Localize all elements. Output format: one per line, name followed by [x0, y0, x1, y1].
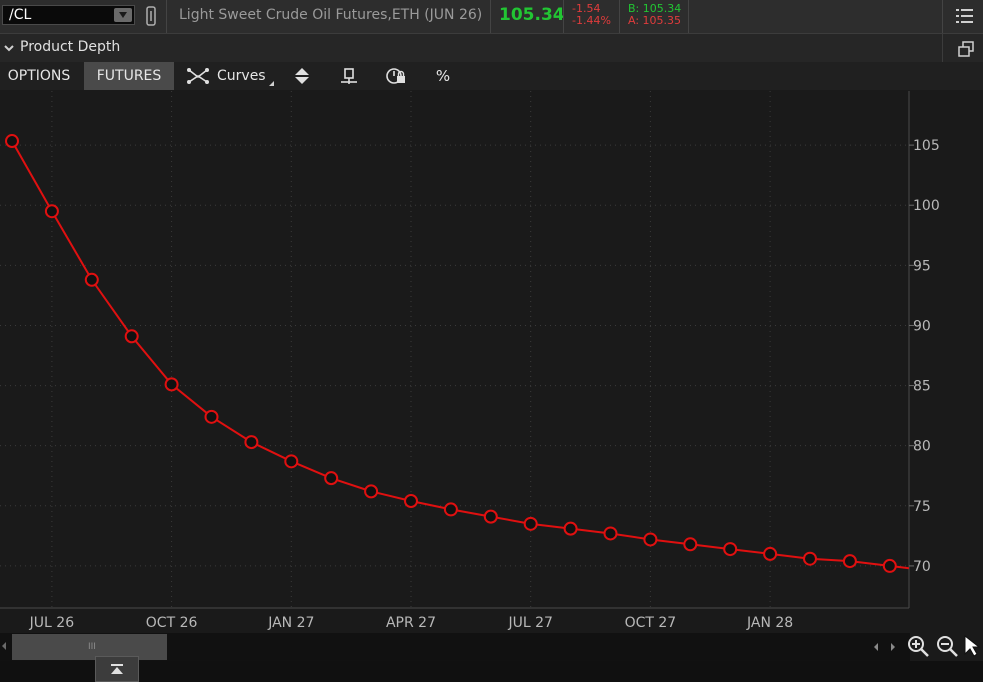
section-title: Product Depth	[20, 39, 121, 55]
data-point[interactable]	[324, 471, 339, 486]
divider	[942, 0, 943, 33]
y-tick-label: 70	[913, 559, 931, 575]
data-point[interactable]	[364, 484, 379, 499]
divider	[619, 0, 620, 33]
scroll-thumb[interactable]: III	[12, 634, 167, 660]
dropdown-corner-icon	[269, 81, 274, 86]
status-strip	[0, 661, 983, 682]
plot-area	[0, 91, 909, 608]
curves-button[interactable]: Curves	[179, 62, 274, 90]
ask-price: A: 105.35	[628, 14, 682, 27]
symbol-text: /CL	[9, 7, 32, 23]
data-point[interactable]	[44, 204, 59, 219]
last-price: 105.34	[499, 5, 565, 25]
tab-options[interactable]: OPTIONS	[0, 62, 78, 90]
data-point[interactable]	[643, 532, 658, 547]
cursor-icon[interactable]	[963, 634, 981, 658]
futures-curve-chart[interactable]: 105 100 95 90 85 80 75 70 JUL 26 OCT 26 JAN 27 APR…	[0, 91, 983, 631]
data-point[interactable]	[443, 502, 458, 517]
data-point[interactable]	[244, 435, 259, 450]
x-tick-label: APR 27	[386, 615, 436, 631]
symbol-selector[interactable]: /CL	[2, 5, 135, 25]
y-tick-label: 80	[913, 439, 931, 455]
chevron-down-icon[interactable]	[114, 8, 132, 22]
y-axis: 105 100 95 90 85 80 75 70	[909, 138, 940, 575]
y-tick-label: 105	[913, 138, 940, 154]
scroll-left-step-icon[interactable]	[874, 643, 878, 651]
data-point[interactable]	[164, 377, 179, 392]
y-tick-label: 100	[913, 198, 940, 214]
curves-label: Curves	[217, 68, 266, 84]
data-point[interactable]	[404, 493, 418, 508]
x-tick-label: JUL 27	[507, 615, 552, 631]
data-point[interactable]	[204, 409, 219, 424]
data-point[interactable]	[5, 134, 19, 149]
section-header[interactable]: Product Depth	[0, 34, 983, 63]
x-tick-label: JAN 28	[746, 615, 793, 631]
divider	[490, 0, 491, 33]
expand-up-icon	[111, 664, 123, 674]
data-point[interactable]	[882, 558, 897, 573]
toolbar: OPTIONS FUTURES Curves %	[0, 62, 983, 90]
x-tick-label: JAN 27	[267, 615, 314, 631]
data-point[interactable]	[803, 551, 817, 566]
curves-icon	[187, 68, 209, 84]
data-point[interactable]	[563, 521, 578, 536]
zoom-in-icon[interactable]	[906, 634, 930, 658]
data-point[interactable]	[284, 454, 299, 469]
divider	[563, 0, 564, 33]
divider	[942, 34, 943, 62]
x-tick-label: OCT 27	[625, 615, 677, 631]
data-point[interactable]	[483, 509, 498, 524]
quote-bar: /CL Light Sweet Crude Oil Futures,ETH (J…	[0, 0, 983, 34]
net-change-percent: -1.44%	[572, 14, 611, 27]
x-axis: JUL 26 OCT 26 JAN 27 APR 27 JUL 27 OCT 27 JAN …	[29, 615, 794, 631]
divider	[166, 0, 167, 33]
zoom-out-icon[interactable]	[935, 634, 959, 658]
popout-icon[interactable]	[957, 40, 975, 58]
data-point[interactable]	[124, 329, 139, 344]
menu-icon[interactable]	[956, 8, 974, 24]
range-icon[interactable]	[338, 66, 360, 86]
instrument-name: Light Sweet Crude Oil Futures,ETH (JUN 2…	[179, 7, 483, 23]
percent-button[interactable]: %	[432, 62, 454, 90]
data-point[interactable]	[84, 272, 99, 287]
sort-icon[interactable]	[291, 66, 313, 86]
data-point[interactable]	[763, 546, 778, 561]
y-tick-label: 85	[913, 379, 931, 395]
data-point[interactable]	[683, 537, 698, 552]
scroll-grip: III	[88, 642, 96, 652]
data-point[interactable]	[603, 526, 618, 541]
data-point[interactable]	[842, 554, 857, 569]
link-icon[interactable]	[144, 5, 158, 27]
y-tick-label: 95	[913, 258, 931, 274]
expand-panel-button[interactable]	[95, 656, 139, 682]
x-tick-label: JUL 26	[29, 615, 75, 631]
data-point[interactable]	[523, 516, 538, 531]
scroll-right-step-icon[interactable]	[891, 643, 895, 651]
y-tick-label: 90	[913, 318, 931, 334]
collapse-chevron-icon[interactable]	[4, 44, 14, 52]
tab-futures[interactable]: FUTURES	[84, 62, 174, 90]
lock-icon[interactable]	[385, 66, 407, 86]
divider	[688, 0, 689, 33]
y-tick-label: 75	[913, 499, 931, 515]
scroll-left-icon[interactable]	[2, 642, 6, 650]
data-point[interactable]	[723, 542, 738, 557]
x-tick-label: OCT 26	[146, 615, 198, 631]
